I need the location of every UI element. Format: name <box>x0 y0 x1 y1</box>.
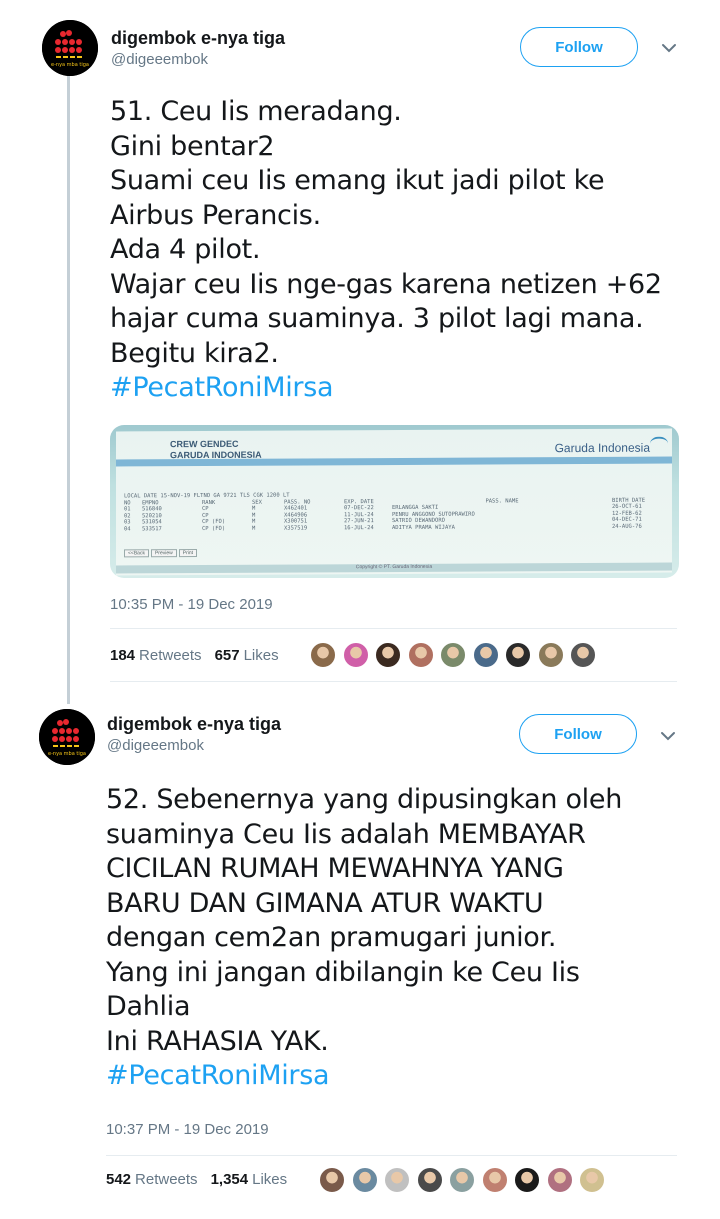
liker-avatar[interactable] <box>504 641 532 669</box>
liker-avatar[interactable] <box>415 1166 444 1194</box>
retweets-stat[interactable]: 542 Retweets <box>106 1171 198 1188</box>
liker-avatar[interactable] <box>406 641 435 669</box>
retweets-count: 184 <box>110 647 136 664</box>
table-cell: ADITYA PRAMA WIJAYA <box>392 524 455 531</box>
likes-label: Likes <box>252 1171 288 1188</box>
liker-avatar[interactable] <box>471 641 500 669</box>
table-cell: M <box>252 525 256 532</box>
liker-avatar[interactable] <box>480 1166 509 1194</box>
liker-avatar[interactable] <box>341 641 370 669</box>
tweet-text-line: Ini RAHASIA YAK. <box>106 1025 329 1057</box>
avatar[interactable]: e-nya mba tiga <box>39 709 95 765</box>
liker-avatar[interactable] <box>578 1166 606 1194</box>
liker-avatars <box>309 641 602 669</box>
liker-avatar[interactable] <box>374 641 402 669</box>
tweet-text-line: Yang ini jangan dibilangin ke Ceu Iis <box>106 956 580 988</box>
document-footer: Copyright © PT. Garuda Indonesia <box>116 562 672 574</box>
document-buttons: <<Back Preview Print <box>124 549 198 558</box>
divider <box>110 681 677 682</box>
likes-count: 1,354 <box>210 1171 249 1188</box>
table-cell: 24-AUG-76 <box>612 523 642 530</box>
table-cell: 16-JUL-24 <box>344 524 374 531</box>
liker-avatar[interactable] <box>383 1166 411 1194</box>
tweet-text-line: BARU DAN GIMANA ATUR WAKTU <box>106 887 544 919</box>
liker-avatars <box>318 1166 611 1194</box>
liker-avatar[interactable] <box>448 1166 476 1194</box>
liker-avatar[interactable] <box>545 1166 574 1194</box>
tweet-stats: 184 Retweets 657 Likes <box>110 647 292 664</box>
tweet-text-line: suaminya Ceu Iis adalah MEMBAYAR <box>106 818 586 850</box>
tweet-text-line: CICILAN RUMAH MEWAHNYA YANG <box>106 853 564 884</box>
hashtag-link[interactable]: #PecatRoniMirsa <box>106 1059 706 1094</box>
document-preview-button: Preview <box>150 549 177 558</box>
table-cell: 04 <box>124 525 131 532</box>
document-print-button: Print <box>178 549 198 558</box>
liker-avatar[interactable] <box>569 641 597 669</box>
user-handle[interactable]: @digeeembok <box>107 736 281 756</box>
tweet-text-line: 52. Sebenernya yang dipusingkan oleh <box>106 784 623 815</box>
tweet-text-line: Dahlia <box>106 991 191 1022</box>
likes-stat[interactable]: 657 Likes <box>215 647 279 664</box>
table-cell: 533517 <box>142 525 162 532</box>
svg-text:e-nya mba tiga: e-nya mba tiga <box>48 751 86 757</box>
liker-avatar[interactable] <box>439 641 467 669</box>
tweet-text: 52. Sebenernya yang dipusingkan oleh sua… <box>106 783 706 1094</box>
retweets-label: Retweets <box>139 647 202 664</box>
chevron-down-icon[interactable] <box>658 726 678 746</box>
likes-count: 657 <box>214 647 240 664</box>
divider <box>110 628 677 629</box>
likes-stat[interactable]: 1,354 Likes <box>211 1171 288 1188</box>
tweet-timestamp[interactable]: 10:37 PM - 19 Dec 2019 <box>106 1121 269 1138</box>
table-cell: X357519 <box>284 524 308 532</box>
liker-avatar[interactable] <box>309 641 337 669</box>
document-back-button: <<Back <box>124 549 149 558</box>
retweets-count: 542 <box>106 1171 132 1188</box>
tweet-stats: 542 Retweets 1,354 Likes <box>106 1171 300 1188</box>
display-name[interactable]: digembok e-nya tiga <box>107 713 281 735</box>
tweet-52: e-nya mba tiga digembok e-nya tiga @dige… <box>0 0 720 1194</box>
liker-avatar[interactable] <box>513 1166 541 1194</box>
liker-avatar[interactable] <box>536 641 565 669</box>
avatar-logo-icon: e-nya mba tiga <box>39 709 95 765</box>
liker-avatar[interactable] <box>350 1166 379 1194</box>
author-block[interactable]: digembok e-nya tiga @digeeembok <box>107 713 281 756</box>
divider <box>106 1155 677 1156</box>
follow-button[interactable]: Follow <box>519 714 637 754</box>
liker-avatar[interactable] <box>318 1166 346 1194</box>
tweet-text-line: dengan cem2an pramugari junior. <box>106 922 557 953</box>
retweets-stat[interactable]: 184 Retweets <box>110 647 202 664</box>
tweet-timestamp[interactable]: 10:35 PM - 19 Dec 2019 <box>110 596 273 613</box>
table-cell: CP (FO) <box>202 525 226 532</box>
retweets-label: Retweets <box>135 1171 198 1188</box>
likes-label: Likes <box>243 647 279 664</box>
